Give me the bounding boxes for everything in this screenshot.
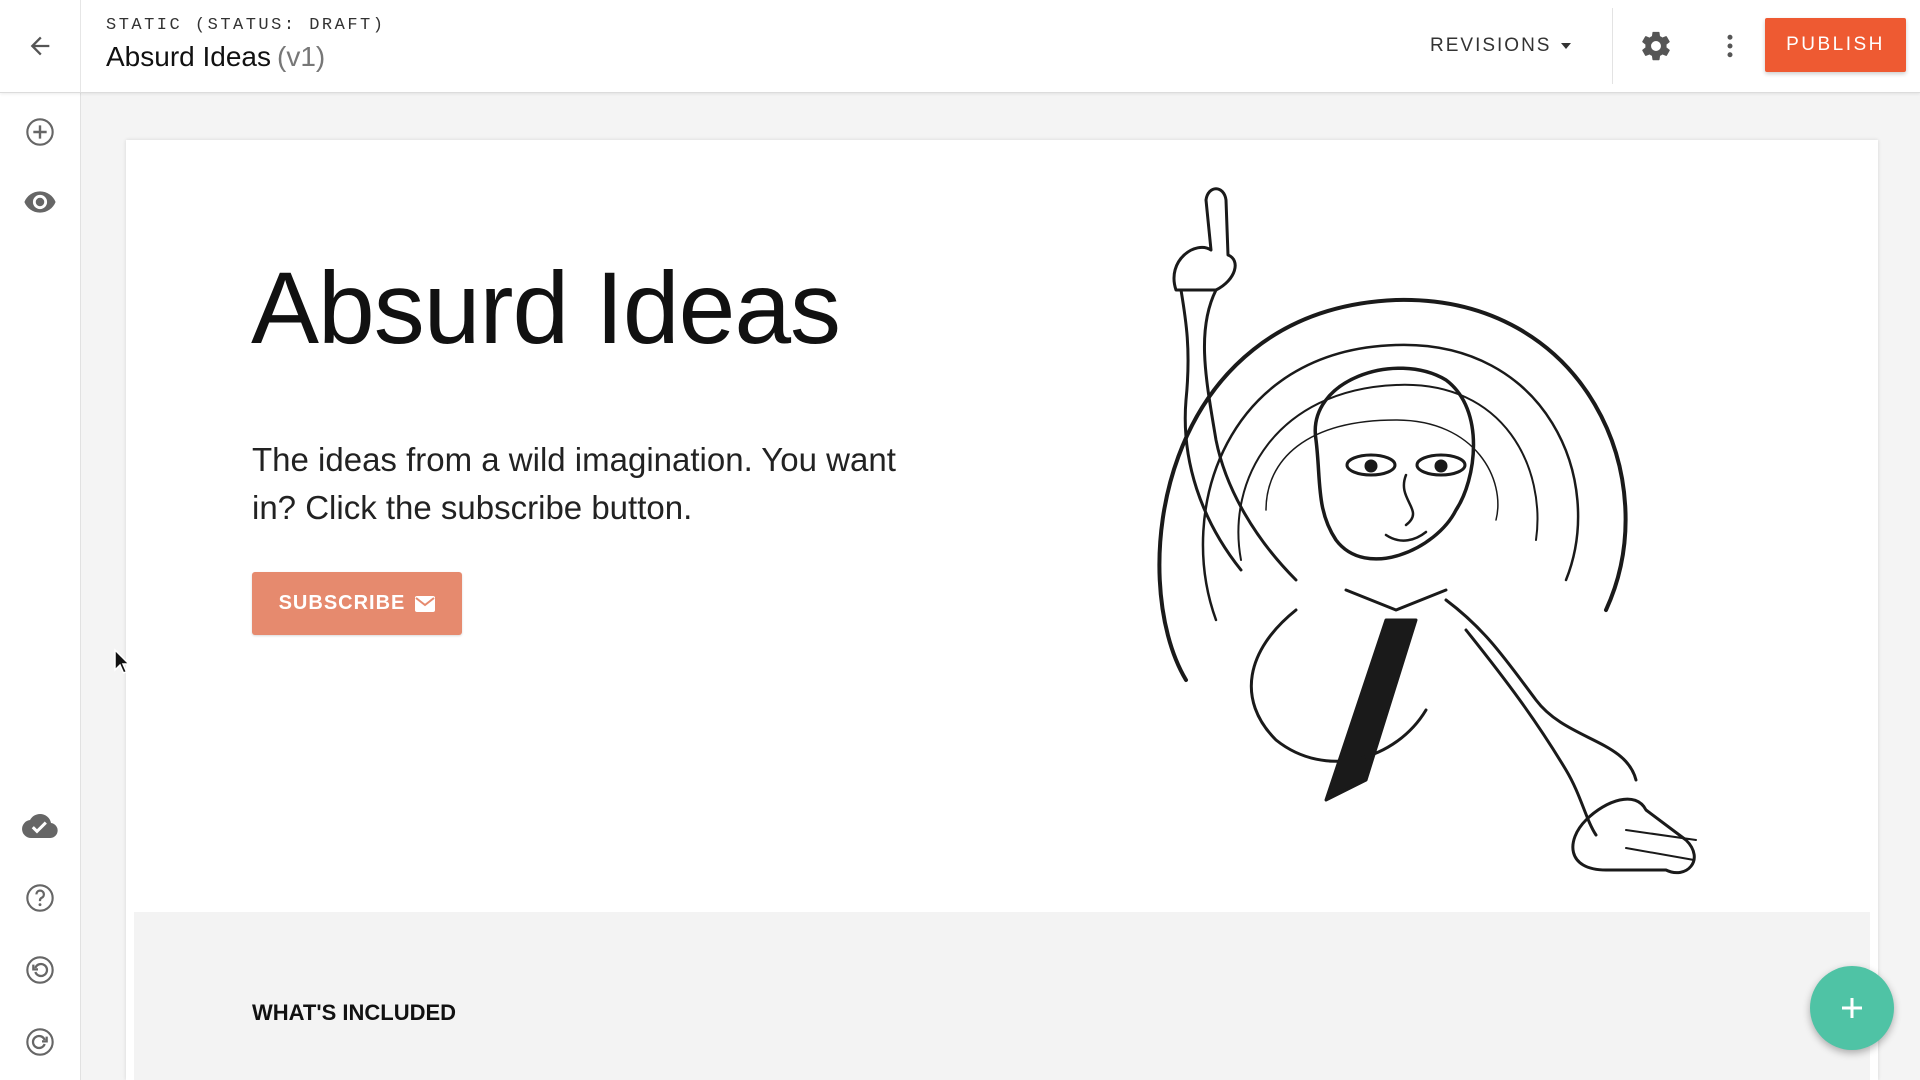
- top-bar: STATIC (STATUS: DRAFT) Absurd Ideas (v1) …: [0, 0, 1920, 93]
- title-block: STATIC (STATUS: DRAFT) Absurd Ideas (v1): [106, 16, 385, 73]
- section-title[interactable]: WHAT'S INCLUDED: [252, 1000, 456, 1026]
- caret-down-icon: [1561, 43, 1572, 49]
- gear-icon: [1642, 31, 1670, 61]
- eye-icon: [24, 191, 56, 213]
- help-button[interactable]: [18, 876, 62, 920]
- redo-icon: [26, 1028, 54, 1056]
- subscribe-button[interactable]: SUBSCRIBE: [252, 572, 462, 635]
- add-block-button[interactable]: [18, 110, 62, 154]
- hero-text[interactable]: The ideas from a wild imagination. You w…: [252, 436, 932, 532]
- more-vertical-icon: [1727, 34, 1733, 58]
- help-circle-icon: [26, 884, 54, 912]
- status-line: STATIC (STATUS: DRAFT): [106, 16, 386, 35]
- add-block-fab[interactable]: [1810, 966, 1894, 1050]
- hero-illustration: [1157, 187, 1697, 875]
- page-title: Absurd Ideas (v1): [106, 41, 385, 73]
- saved-status-button[interactable]: [18, 804, 62, 848]
- undo-button[interactable]: [18, 948, 62, 992]
- more-options-button[interactable]: [1710, 26, 1750, 66]
- page-version: (v1): [277, 41, 326, 72]
- hero-title[interactable]: Absurd Ideas: [251, 250, 841, 367]
- cloud-check-icon: [22, 814, 58, 838]
- mouse-cursor-icon: [114, 648, 131, 674]
- revisions-label: REVISIONS: [1430, 35, 1552, 56]
- preview-button[interactable]: [18, 180, 62, 224]
- back-button[interactable]: [0, 0, 81, 92]
- left-sidebar: [0, 92, 81, 1080]
- add-circle-icon: [26, 118, 54, 146]
- publish-button[interactable]: PUBLISH: [1765, 18, 1906, 72]
- subscribe-label: SUBSCRIBE: [278, 592, 406, 614]
- plus-icon: [1842, 998, 1862, 1018]
- whats-included-section: WHAT'S INCLUDED: [134, 912, 1870, 1080]
- revisions-dropdown[interactable]: REVISIONS: [1430, 28, 1572, 64]
- redo-button[interactable]: [18, 1020, 62, 1064]
- arrow-left-icon: [30, 36, 50, 56]
- undo-icon: [26, 956, 54, 984]
- envelope-icon: [415, 595, 436, 612]
- page-canvas: Absurd Ideas The ideas from a wild imagi…: [126, 140, 1878, 1080]
- settings-button[interactable]: [1636, 26, 1676, 66]
- page-title-text: Absurd Ideas: [106, 41, 271, 72]
- divider: [1612, 8, 1613, 84]
